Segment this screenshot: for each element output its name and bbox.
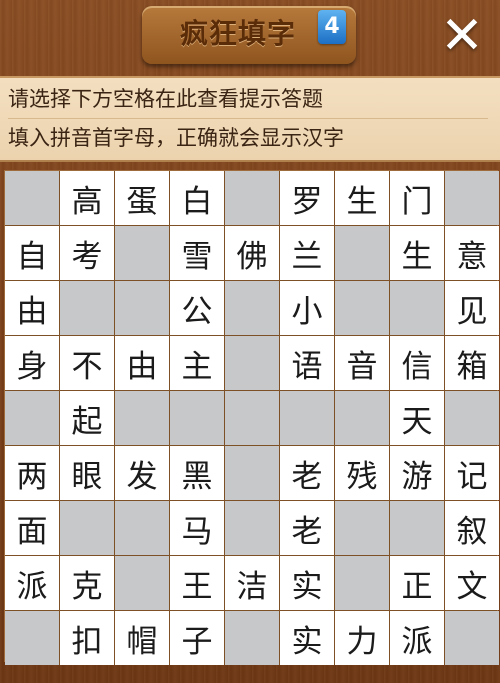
grid-cell-empty[interactable] — [445, 611, 499, 665]
hint-panel: 请选择下方空格在此查看提示答题 填入拼音首字母，正确就会显示汉字 — [0, 76, 500, 162]
grid-cell-filled[interactable]: 信 — [390, 336, 444, 390]
grid-cell-filled[interactable]: 发 — [115, 446, 169, 500]
grid-cell-filled[interactable]: 起 — [60, 391, 114, 445]
grid-cell-filled[interactable]: 由 — [115, 336, 169, 390]
grid-cell-filled[interactable]: 两 — [5, 446, 59, 500]
grid-cell-filled[interactable]: 天 — [390, 391, 444, 445]
grid-cell-empty[interactable] — [115, 281, 169, 335]
grid-cell-filled[interactable]: 生 — [335, 171, 389, 225]
grid-cell-empty[interactable] — [335, 556, 389, 610]
grid-cell-filled[interactable]: 残 — [335, 446, 389, 500]
grid-cell-filled[interactable]: 意 — [445, 226, 499, 280]
grid-cell-filled[interactable]: 生 — [390, 226, 444, 280]
grid-cell-filled[interactable]: 力 — [335, 611, 389, 665]
grid-cell-filled[interactable]: 主 — [170, 336, 224, 390]
grid-cell-empty[interactable] — [60, 501, 114, 555]
grid-cell-filled[interactable]: 罗 — [280, 171, 334, 225]
grid-cell-filled[interactable]: 扣 — [60, 611, 114, 665]
grid-cell-filled[interactable]: 帽 — [115, 611, 169, 665]
grid-cell-empty[interactable] — [115, 391, 169, 445]
grid-cell-filled[interactable]: 语 — [280, 336, 334, 390]
grid-cell-empty[interactable] — [390, 501, 444, 555]
grid-cell-filled[interactable]: 实 — [280, 611, 334, 665]
grid-cell-empty[interactable] — [5, 611, 59, 665]
grid-cell-filled[interactable]: 白 — [170, 171, 224, 225]
grid-cell-filled[interactable]: 叙 — [445, 501, 499, 555]
grid-cell-filled[interactable]: 由 — [5, 281, 59, 335]
grid-cell-empty[interactable] — [335, 281, 389, 335]
grid-cell-filled[interactable]: 面 — [5, 501, 59, 555]
grid-cell-empty[interactable] — [335, 226, 389, 280]
grid-cell-empty[interactable] — [335, 391, 389, 445]
grid-cell-filled[interactable]: 公 — [170, 281, 224, 335]
grid-cell-empty[interactable] — [225, 336, 279, 390]
grid-cell-filled[interactable]: 兰 — [280, 226, 334, 280]
grid-cell-empty[interactable] — [115, 501, 169, 555]
grid-cell-empty[interactable] — [5, 391, 59, 445]
crossword-board: 高蛋白罗生门自考雪佛兰生意由公小见身不由主语音信箱起天两眼发黑老残游记面马老叙派… — [4, 170, 499, 665]
grid-cell-empty[interactable] — [335, 501, 389, 555]
grid-cell-filled[interactable]: 实 — [280, 556, 334, 610]
game-title: 疯狂填字 — [179, 17, 296, 50]
grid-cell-filled[interactable]: 马 — [170, 501, 224, 555]
grid-cell-empty[interactable] — [225, 391, 279, 445]
grid-cell-filled[interactable]: 王 — [170, 556, 224, 610]
grid-cell-empty[interactable] — [225, 281, 279, 335]
grid-cell-filled[interactable]: 游 — [390, 446, 444, 500]
grid-cell-filled[interactable]: 考 — [60, 226, 114, 280]
grid-cell-filled[interactable]: 文 — [445, 556, 499, 610]
grid-cell-filled[interactable]: 克 — [60, 556, 114, 610]
level-badge: 4 — [318, 10, 346, 44]
crossword-grid: 高蛋白罗生门自考雪佛兰生意由公小见身不由主语音信箱起天两眼发黑老残游记面马老叙派… — [5, 171, 499, 665]
grid-cell-empty[interactable] — [225, 611, 279, 665]
grid-cell-filled[interactable]: 小 — [280, 281, 334, 335]
grid-cell-filled[interactable]: 老 — [280, 501, 334, 555]
grid-cell-empty[interactable] — [445, 171, 499, 225]
grid-cell-empty[interactable] — [225, 171, 279, 225]
grid-cell-filled[interactable]: 雪 — [170, 226, 224, 280]
grid-cell-filled[interactable]: 洁 — [225, 556, 279, 610]
grid-cell-filled[interactable]: 蛋 — [115, 171, 169, 225]
grid-cell-filled[interactable]: 老 — [280, 446, 334, 500]
grid-cell-filled[interactable]: 派 — [390, 611, 444, 665]
hint-instruction-1: 请选择下方空格在此查看提示答题 — [8, 87, 323, 111]
top-bar: 疯狂填字 4 ✕ — [0, 0, 500, 76]
grid-cell-filled[interactable]: 派 — [5, 556, 59, 610]
grid-cell-filled[interactable]: 门 — [390, 171, 444, 225]
grid-cell-empty[interactable] — [60, 281, 114, 335]
grid-cell-filled[interactable]: 眼 — [60, 446, 114, 500]
close-icon[interactable]: ✕ — [436, 10, 488, 62]
grid-cell-empty[interactable] — [445, 391, 499, 445]
grid-cell-filled[interactable]: 自 — [5, 226, 59, 280]
grid-cell-empty[interactable] — [170, 391, 224, 445]
grid-cell-filled[interactable]: 子 — [170, 611, 224, 665]
grid-cell-filled[interactable]: 身 — [5, 336, 59, 390]
grid-cell-empty[interactable] — [5, 171, 59, 225]
grid-cell-filled[interactable]: 佛 — [225, 226, 279, 280]
grid-cell-filled[interactable]: 正 — [390, 556, 444, 610]
hint-instruction-2: 填入拼音首字母，正确就会显示汉字 — [8, 118, 488, 157]
grid-cell-filled[interactable]: 音 — [335, 336, 389, 390]
grid-cell-filled[interactable]: 箱 — [445, 336, 499, 390]
grid-cell-empty[interactable] — [225, 446, 279, 500]
grid-cell-empty[interactable] — [115, 226, 169, 280]
grid-cell-filled[interactable]: 不 — [60, 336, 114, 390]
grid-cell-filled[interactable]: 见 — [445, 281, 499, 335]
grid-cell-filled[interactable]: 记 — [445, 446, 499, 500]
grid-cell-empty[interactable] — [225, 501, 279, 555]
grid-cell-filled[interactable]: 高 — [60, 171, 114, 225]
grid-cell-empty[interactable] — [115, 556, 169, 610]
grid-cell-filled[interactable]: 黑 — [170, 446, 224, 500]
grid-cell-empty[interactable] — [280, 391, 334, 445]
grid-cell-empty[interactable] — [390, 281, 444, 335]
